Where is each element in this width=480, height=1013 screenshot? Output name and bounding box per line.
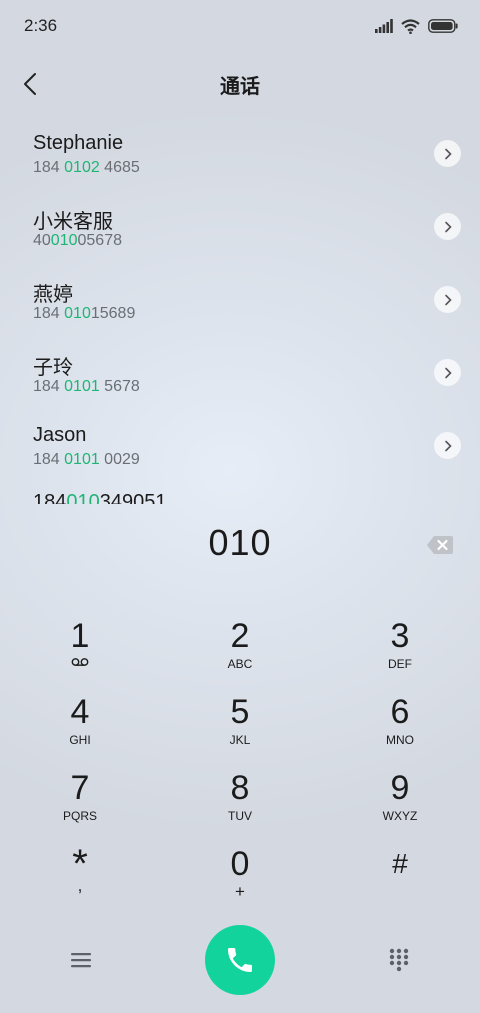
- contact-item-ziling[interactable]: 子玲 184 0101 5678: [0, 337, 480, 410]
- contact-detail-button[interactable]: [434, 359, 461, 386]
- key-digit: 5: [230, 693, 250, 731]
- number-match-highlight: 010: [66, 491, 100, 504]
- keypad-toggle-button[interactable]: [384, 945, 414, 975]
- key-5[interactable]: 5 JKL: [180, 694, 300, 764]
- dialed-number-display: 010: [208, 522, 272, 563]
- dialer-screen: 2:36 通话 Stephanie 184 0102 4685 小米客服 400…: [0, 0, 480, 1013]
- key-hash[interactable]: #: [340, 846, 460, 916]
- menu-icon: [71, 953, 91, 968]
- chevron-right-icon: [444, 367, 452, 378]
- key-letters: PQRS: [62, 809, 97, 823]
- chevron-right-icon: [444, 440, 452, 451]
- phone-icon: [228, 948, 252, 972]
- key-letters: JKL: [229, 733, 251, 747]
- key-9[interactable]: 9 WXYZ: [340, 770, 460, 840]
- key-digit: 7: [70, 769, 90, 807]
- backspace-button[interactable]: [426, 534, 454, 556]
- number-match-highlight: 0102: [64, 159, 100, 176]
- contact-number-partial: 184010349051: [33, 491, 167, 504]
- contact-number: 184 0101 0029: [33, 451, 140, 468]
- contact-detail-button[interactable]: [434, 140, 461, 167]
- signal-icon: [375, 19, 393, 33]
- contact-item-jason[interactable]: Jason 184 0101 0029: [0, 410, 480, 483]
- key-8[interactable]: 8 TUV: [180, 770, 300, 840]
- chevron-right-icon: [444, 221, 452, 232]
- contact-detail-button[interactable]: [434, 213, 461, 240]
- key-digit: 6: [390, 693, 410, 731]
- contact-number: 184 01015689: [33, 305, 136, 322]
- number-match-highlight: 010: [64, 305, 91, 322]
- header: 通话: [0, 60, 480, 108]
- number-match-highlight: 0101: [64, 451, 100, 468]
- key-3[interactable]: 3 DEF: [340, 618, 460, 688]
- contact-item-xiaomi-service[interactable]: 小米客服 4001005678: [0, 191, 480, 264]
- contact-number: 4001005678: [33, 232, 122, 249]
- status-time: 2:36: [24, 16, 58, 35]
- contact-name: Jason: [33, 424, 87, 446]
- key-star[interactable]: * ,: [20, 844, 140, 916]
- menu-button[interactable]: [66, 945, 96, 975]
- wifi-icon: [401, 18, 420, 34]
- status-icons: [375, 18, 458, 34]
- key-letters: ,: [77, 876, 83, 895]
- key-letters: DEF: [388, 657, 412, 671]
- contact-number: 184 0102 4685: [33, 159, 140, 176]
- backspace-icon: [427, 536, 453, 554]
- bottom-bar: [0, 925, 480, 995]
- contact-name: Stephanie: [33, 132, 124, 154]
- contact-item-stephanie[interactable]: Stephanie 184 0102 4685: [0, 118, 480, 191]
- keypad-grid-icon: [389, 948, 409, 972]
- number-match-highlight: 010: [50, 232, 78, 249]
- chevron-right-icon: [444, 294, 452, 305]
- key-digit: 8: [230, 769, 250, 807]
- key-7[interactable]: 7 PQRS: [20, 770, 140, 840]
- key-digit: 9: [390, 769, 410, 807]
- key-letters: ABC: [227, 657, 253, 671]
- key-letters: GHI: [69, 733, 91, 747]
- key-letters: MNO: [386, 733, 414, 747]
- contact-list[interactable]: Stephanie 184 0102 4685 小米客服 4001005678 …: [0, 118, 480, 504]
- key-digit: #: [392, 848, 408, 879]
- contact-item-yanting[interactable]: 燕婷 184 01015689: [0, 264, 480, 337]
- voicemail-icon: [71, 658, 89, 666]
- key-letters: WXYZ: [382, 809, 418, 823]
- contact-name: 小米客服: [33, 211, 113, 233]
- key-2[interactable]: 2 ABC: [180, 618, 300, 688]
- number-match-highlight: 0101: [64, 378, 100, 395]
- key-letters: TUV: [228, 809, 252, 823]
- contact-name: 子玲: [33, 357, 73, 379]
- key-4[interactable]: 4 GHI: [20, 694, 140, 764]
- key-digit: 4: [70, 693, 90, 731]
- chevron-right-icon: [444, 148, 452, 159]
- contact-detail-button[interactable]: [434, 286, 461, 313]
- key-6[interactable]: 6 MNO: [340, 694, 460, 764]
- contact-name: 燕婷: [33, 284, 73, 306]
- key-digit: 1: [70, 617, 90, 655]
- page-title: 通话: [220, 76, 260, 98]
- key-digit: 0: [230, 845, 250, 883]
- key-0[interactable]: 0 +: [180, 846, 300, 916]
- status-bar: 2:36: [0, 0, 480, 52]
- battery-icon: [428, 19, 458, 33]
- contact-detail-button[interactable]: [434, 432, 461, 459]
- key-digit: 2: [230, 617, 250, 655]
- call-button[interactable]: [205, 925, 275, 995]
- contact-item-partial[interactable]: 184010349051: [0, 483, 480, 504]
- key-1[interactable]: 1: [20, 618, 140, 688]
- key-letters: +: [235, 882, 245, 901]
- contact-number: 184 0101 5678: [33, 378, 140, 395]
- key-digit: 3: [390, 617, 410, 655]
